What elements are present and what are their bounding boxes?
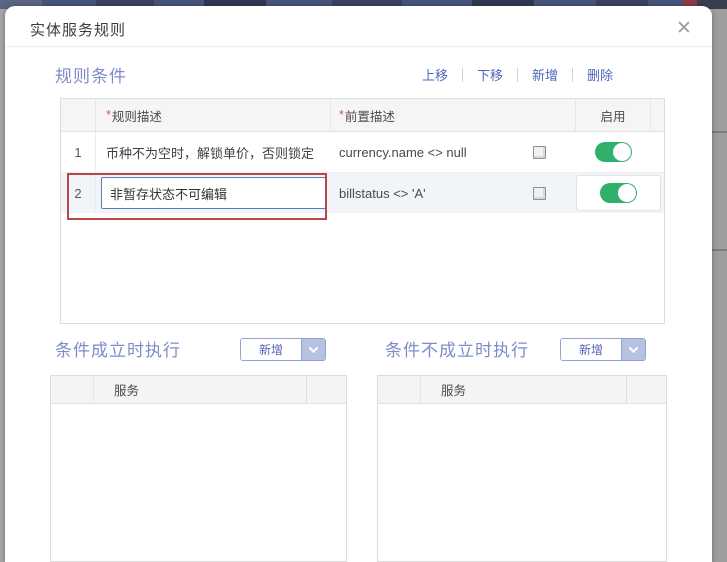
delete-rule-button[interactable]: 删除 (573, 65, 627, 84)
table-row-editing[interactable]: 2 billstatus <> 'A' (61, 173, 664, 213)
enable-cell (576, 142, 651, 162)
precondition-cell[interactable]: currency.name <> null (331, 145, 576, 160)
move-up-button[interactable]: 上移 (408, 65, 462, 84)
header-enabled-label: 启用 (600, 109, 626, 124)
expand-editor-icon[interactable] (533, 186, 546, 200)
false-branch-service-table: 服务 (377, 375, 667, 562)
true-branch-add-button[interactable]: 新增 (240, 338, 326, 361)
add-button-label[interactable]: 新增 (241, 339, 301, 360)
row-number: 1 (61, 132, 96, 172)
rule-toolbar: 上移 下移 新增 删除 (408, 65, 627, 84)
chevron-down-icon[interactable] (621, 339, 645, 360)
false-branch-heading: 条件不成立时执行 (385, 341, 529, 360)
rule-conditions-heading: 规则条件 (55, 67, 127, 86)
header-service-label: 服务 (114, 384, 140, 398)
header-row-number (378, 376, 421, 403)
entity-service-rules-dialog: 实体服务规则 ✕ 规则条件 上移 下移 新增 删除 * 规则描述 * 前置描述 … (5, 6, 712, 562)
header-spacer (306, 376, 346, 403)
dialog-title: 实体服务规则 (30, 22, 127, 39)
enable-cell-card (576, 175, 661, 211)
enable-toggle-on[interactable] (595, 142, 632, 162)
header-spacer (651, 99, 666, 131)
row-number: 2 (61, 173, 96, 213)
gutter-tick (712, 249, 727, 251)
rule-desc-input[interactable] (101, 177, 326, 209)
precondition-cell[interactable]: billstatus <> 'A' (331, 186, 576, 201)
true-branch-heading: 条件成立时执行 (55, 341, 181, 360)
header-divider (5, 46, 712, 47)
header-spacer (626, 376, 666, 403)
precondition-expression: billstatus <> 'A' (339, 185, 426, 201)
move-down-button[interactable]: 下移 (463, 65, 517, 84)
header-enabled: 启用 (576, 99, 651, 131)
gutter-tick (712, 131, 727, 133)
header-row-number (61, 99, 96, 131)
enable-toggle-on[interactable] (600, 183, 637, 203)
false-branch-add-button[interactable]: 新增 (560, 338, 646, 361)
header-precondition: * 前置描述 (331, 99, 576, 131)
expand-editor-icon[interactable] (533, 145, 546, 159)
required-mark: * (106, 108, 111, 122)
add-rule-button[interactable]: 新增 (518, 65, 572, 84)
precondition-expression: currency.name <> null (339, 144, 467, 160)
rules-table-header: * 规则描述 * 前置描述 启用 (61, 99, 664, 132)
required-mark: * (339, 108, 344, 122)
header-rule-desc: * 规则描述 (96, 99, 331, 131)
true-branch-service-table: 服务 (50, 375, 347, 562)
rules-table: * 规则描述 * 前置描述 启用 1 币种不为空时，解锁单价，否则锁定 curr… (60, 98, 665, 324)
add-button-label[interactable]: 新增 (561, 339, 621, 360)
header-precondition-label: 前置描述 (344, 109, 395, 124)
chevron-down-icon[interactable] (301, 339, 325, 360)
background-right-gutter (712, 9, 727, 562)
service-table-header: 服务 (378, 376, 666, 404)
rule-desc-cell (96, 177, 331, 209)
close-icon[interactable]: ✕ (672, 17, 696, 41)
header-rule-desc-label: 规则描述 (111, 109, 162, 124)
header-service-label: 服务 (441, 384, 467, 398)
service-table-header: 服务 (51, 376, 346, 404)
header-row-number (51, 376, 94, 403)
table-row[interactable]: 1 币种不为空时，解锁单价，否则锁定 currency.name <> null (61, 132, 664, 173)
rule-desc-cell[interactable]: 币种不为空时，解锁单价，否则锁定 (96, 143, 331, 162)
